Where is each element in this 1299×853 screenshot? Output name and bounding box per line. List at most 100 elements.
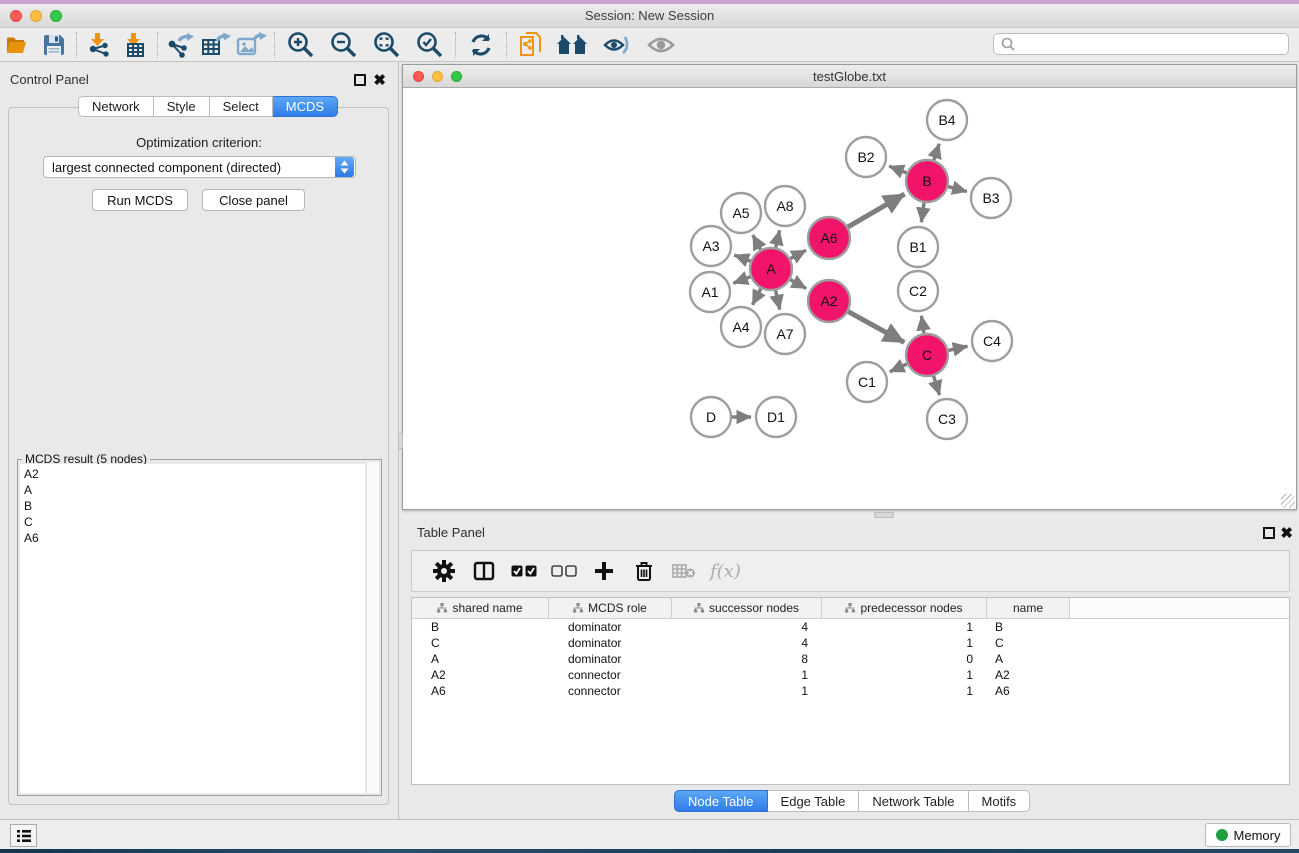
table-cell[interactable]: 1 bbox=[822, 683, 987, 699]
tab-node-table[interactable]: Node Table bbox=[674, 790, 768, 812]
zoom-selected-icon[interactable] bbox=[408, 30, 451, 60]
table-cell[interactable]: 4 bbox=[672, 635, 822, 651]
table-cell[interactable]: dominator bbox=[549, 619, 672, 635]
tab-network[interactable]: Network bbox=[78, 96, 154, 117]
tab-motifs[interactable]: Motifs bbox=[969, 790, 1031, 812]
select-all-icon[interactable] bbox=[504, 554, 544, 588]
network-from-selection-icon[interactable] bbox=[511, 30, 551, 60]
save-session-icon[interactable] bbox=[36, 30, 72, 60]
export-image-icon[interactable] bbox=[234, 30, 270, 60]
table-row[interactable]: Cdominator41C bbox=[412, 635, 1289, 651]
optimization-criterion-label: Optimization criterion: bbox=[0, 135, 398, 150]
result-list-item[interactable]: A bbox=[24, 482, 365, 498]
search-input[interactable] bbox=[1019, 35, 1288, 53]
export-table-icon[interactable] bbox=[198, 30, 234, 60]
column-header-name[interactable]: name bbox=[987, 598, 1070, 619]
table-cell[interactable]: A2 bbox=[987, 667, 1070, 683]
tab-mcds[interactable]: MCDS bbox=[273, 96, 338, 117]
table-cell[interactable]: connector bbox=[549, 667, 672, 683]
node-table[interactable]: shared nameMCDS rolesuccessor nodesprede… bbox=[411, 597, 1290, 785]
column-header-shared-name[interactable]: shared name bbox=[412, 598, 549, 619]
table-row[interactable]: A2connector11A2 bbox=[412, 667, 1289, 683]
zoom-in-icon[interactable] bbox=[279, 30, 322, 60]
close-panel-icon[interactable]: ✖ bbox=[1280, 524, 1293, 542]
resize-grip[interactable] bbox=[1281, 494, 1295, 508]
table-cell[interactable]: A bbox=[412, 651, 549, 667]
task-history-button[interactable] bbox=[10, 824, 37, 847]
table-cell[interactable]: A bbox=[987, 651, 1070, 667]
result-list-item[interactable]: C bbox=[24, 514, 365, 530]
table-cell[interactable]: A2 bbox=[412, 667, 549, 683]
first-neighbors-icon[interactable] bbox=[551, 30, 595, 60]
delete-table-icon[interactable] bbox=[664, 554, 704, 588]
tab-edge-table[interactable]: Edge Table bbox=[768, 790, 860, 812]
table-cell[interactable]: C bbox=[412, 635, 549, 651]
table-cell[interactable]: 8 bbox=[672, 651, 822, 667]
tab-style[interactable]: Style bbox=[154, 96, 210, 117]
function-builder-icon[interactable]: f(x) bbox=[710, 561, 741, 582]
tab-network-table[interactable]: Network Table bbox=[859, 790, 968, 812]
table-row[interactable]: Adominator80A bbox=[412, 651, 1289, 667]
open-file-icon[interactable] bbox=[0, 30, 36, 60]
desktop-scroll-nub[interactable] bbox=[874, 512, 894, 518]
import-network-icon[interactable] bbox=[81, 30, 117, 60]
network-canvas[interactable]: B4B2BB3A8A5A6A3B1AC2A1A2A4A7C4CC1C3DD1 bbox=[403, 88, 1296, 509]
result-list-item[interactable]: A6 bbox=[24, 530, 365, 546]
edge-A6-B[interactable] bbox=[845, 194, 905, 229]
result-list-item[interactable]: A2 bbox=[24, 466, 365, 482]
table-cell[interactable]: 4 bbox=[672, 619, 822, 635]
table-row[interactable]: A6connector11A6 bbox=[412, 683, 1289, 699]
result-list-scrollbar[interactable] bbox=[366, 462, 379, 793]
column-header-MCDS-role[interactable]: MCDS role bbox=[549, 598, 672, 619]
columns-icon[interactable] bbox=[464, 554, 504, 588]
table-row[interactable]: Bdominator41B bbox=[412, 619, 1289, 635]
control-panel-title: Control Panel bbox=[10, 72, 89, 87]
column-header-successor-nodes[interactable]: successor nodes bbox=[672, 598, 822, 619]
node-table-header: shared nameMCDS rolesuccessor nodesprede… bbox=[412, 598, 1289, 619]
table-cell[interactable]: A6 bbox=[987, 683, 1070, 699]
network-window: testGlobe.txt B4B2BB3A8A5A6A3B1AC2A1A2A4… bbox=[402, 64, 1297, 510]
column-header-predecessor-nodes[interactable]: predecessor nodes bbox=[822, 598, 987, 619]
memory-button[interactable]: Memory bbox=[1205, 823, 1291, 847]
control-panel-tabs: NetworkStyleSelectMCDS bbox=[78, 96, 338, 117]
tab-select[interactable]: Select bbox=[210, 96, 273, 117]
result-list-item[interactable]: B bbox=[24, 498, 365, 514]
node-label-C: C bbox=[922, 347, 932, 363]
table-cell[interactable]: connector bbox=[549, 683, 672, 699]
show-hide-details-icon[interactable] bbox=[595, 30, 639, 60]
float-panel-icon[interactable] bbox=[1263, 527, 1275, 539]
mcds-result-list[interactable]: A2ABCA6 bbox=[20, 464, 365, 793]
table-cell[interactable]: 1 bbox=[672, 683, 822, 699]
desktop-scroll-nub[interactable] bbox=[398, 433, 403, 449]
table-cell[interactable]: 1 bbox=[822, 635, 987, 651]
table-cell[interactable]: dominator bbox=[549, 651, 672, 667]
export-network-icon[interactable] bbox=[162, 30, 198, 60]
table-cell[interactable]: dominator bbox=[549, 635, 672, 651]
add-column-icon[interactable] bbox=[584, 554, 624, 588]
run-mcds-button[interactable]: Run MCDS bbox=[92, 189, 188, 211]
eye-icon[interactable] bbox=[639, 30, 683, 60]
deselect-all-icon[interactable] bbox=[544, 554, 584, 588]
criterion-dropdown[interactable]: largest connected component (directed) bbox=[43, 156, 356, 178]
table-cell[interactable]: A6 bbox=[412, 683, 549, 699]
zoom-out-icon[interactable] bbox=[322, 30, 365, 60]
table-cell[interactable]: 1 bbox=[822, 667, 987, 683]
close-panel-icon[interactable]: ✖ bbox=[373, 71, 386, 89]
table-cell[interactable]: B bbox=[412, 619, 549, 635]
edge-A2-C[interactable] bbox=[845, 310, 904, 343]
apply-layout-icon[interactable] bbox=[460, 30, 502, 60]
search-field[interactable] bbox=[993, 33, 1289, 55]
close-panel-button[interactable]: Close panel bbox=[202, 189, 305, 211]
import-table-icon[interactable] bbox=[117, 30, 153, 60]
status-bar: Memory bbox=[0, 819, 1299, 849]
table-cell[interactable]: 1 bbox=[672, 667, 822, 683]
main-toolbar bbox=[0, 28, 1299, 62]
zoom-fit-icon[interactable] bbox=[365, 30, 408, 60]
table-cell[interactable]: 0 bbox=[822, 651, 987, 667]
delete-column-icon[interactable] bbox=[624, 554, 664, 588]
table-cell[interactable]: 1 bbox=[822, 619, 987, 635]
float-panel-icon[interactable] bbox=[354, 74, 366, 86]
table-cell[interactable]: B bbox=[987, 619, 1070, 635]
gear-icon[interactable] bbox=[424, 554, 464, 588]
table-cell[interactable]: C bbox=[987, 635, 1070, 651]
